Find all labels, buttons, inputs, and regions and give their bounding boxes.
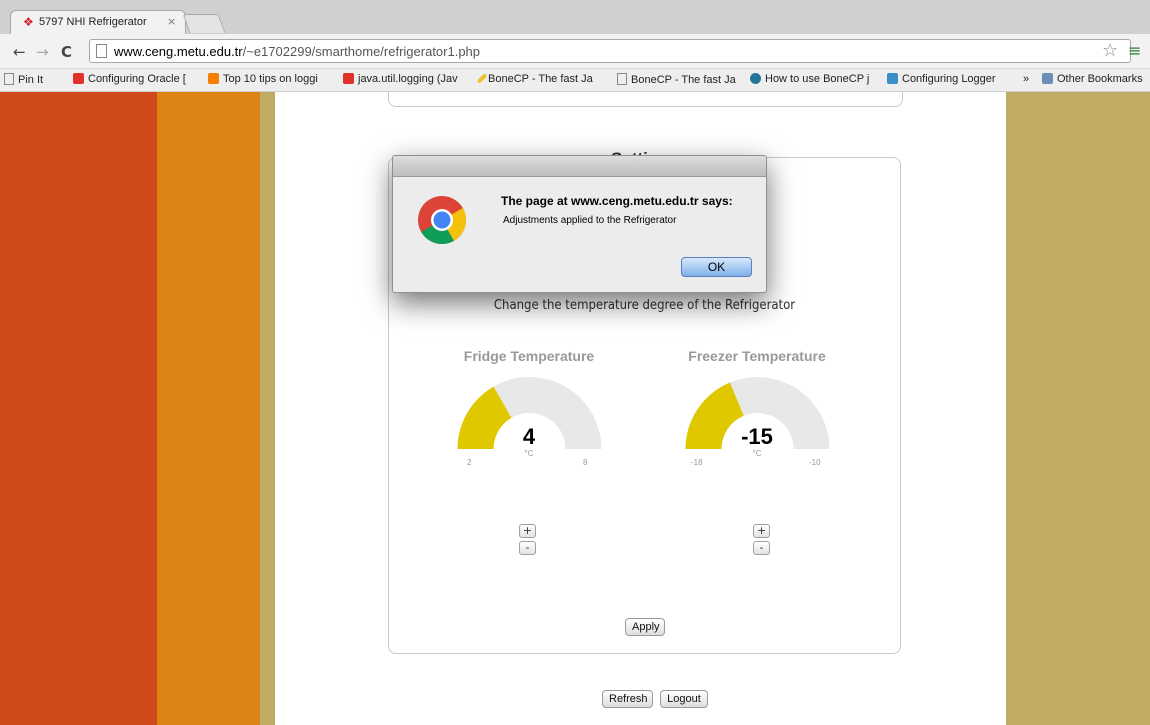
freezer-gauge-unit: °C [752, 449, 762, 458]
bookmark-label: Other Bookmarks [1057, 73, 1143, 85]
new-tab-button[interactable] [182, 14, 226, 33]
alert-dialog: The page at www.ceng.metu.edu.tr says: A… [392, 155, 767, 293]
tab-title: 5797 NHI Refrigerator [39, 16, 147, 28]
reload-icon[interactable]: C [61, 43, 72, 61]
url-host: www.ceng.metu.edu.tr [114, 44, 243, 59]
url-text: www.ceng.metu.edu.tr/~e1702299/smarthome… [114, 44, 480, 59]
fridge-increase-button[interactable]: + [519, 524, 536, 538]
address-bar[interactable]: www.ceng.metu.edu.tr/~e1702299/smarthome… [89, 39, 1131, 63]
page-icon [96, 44, 107, 58]
stripe-olive-left [260, 92, 275, 725]
bookmarks-overflow-button[interactable]: » [1023, 73, 1029, 85]
stripe-olive-right [1006, 92, 1150, 725]
fridge-gauge-unit: °C [524, 449, 534, 458]
bookmark-item[interactable]: Configuring Oracle [ [73, 73, 186, 85]
bookmark-item[interactable]: Top 10 tips on loggi [208, 73, 318, 85]
fridge-gauge-max: 8 [583, 458, 588, 467]
dialog-message: Adjustments applied to the Refrigerator [503, 215, 677, 226]
bookmark-label: BoneCP - The fast Ja [488, 73, 593, 85]
back-icon[interactable]: ← [13, 43, 26, 61]
bookmark-label: Top 10 tips on loggi [223, 73, 318, 85]
dialog-titlebar[interactable] [393, 156, 766, 177]
page-icon [4, 73, 14, 85]
ok-button[interactable]: OK [681, 257, 752, 277]
bookmark-label: java.util.logging (Jav [358, 73, 458, 85]
browser-menu-icon[interactable]: ≡ [1128, 41, 1141, 60]
tab-close-icon[interactable]: × [167, 15, 176, 28]
browser-tab[interactable]: ❖ 5797 NHI Refrigerator × [10, 10, 186, 34]
stripe-orange [157, 92, 260, 725]
tab-strip: ❖ 5797 NHI Refrigerator × [0, 0, 1150, 34]
fridge-gauge-title: Fridge Temperature [463, 348, 595, 364]
forward-icon[interactable]: → [36, 43, 49, 61]
bookmark-star-icon[interactable]: ☆ [1102, 40, 1118, 61]
bookmark-label: Pin It [18, 74, 44, 86]
page-icon [617, 73, 627, 85]
bookmark-item[interactable]: BoneCP - The fast Ja [476, 73, 593, 85]
settings-description: Change the temperature degree of the Ref… [493, 298, 796, 313]
bookmark-label: Configuring Oracle [ [88, 73, 186, 85]
freezer-gauge-max: -10 [809, 458, 821, 467]
bookmark-item[interactable]: BoneCP - The fast Ja [617, 73, 736, 86]
bookmark-label: Configuring Logger [902, 73, 996, 85]
bookmark-item[interactable]: Configuring Logger [887, 73, 996, 85]
refresh-button[interactable]: Refresh [602, 690, 653, 708]
url-path: /~e1702299/smarthome/refrigerator1.php [242, 44, 481, 59]
pen-icon [476, 73, 488, 84]
freezer-gauge-min: -18 [691, 458, 703, 467]
logout-button[interactable]: Logout [660, 690, 708, 708]
fridge-decrease-button[interactable]: - [519, 541, 536, 555]
apply-button[interactable]: Apply [625, 618, 665, 636]
bookmark-label: How to use BoneCP j [765, 73, 870, 85]
freezer-decrease-button[interactable]: - [753, 541, 770, 555]
fridge-gauge-min: 2 [467, 458, 472, 467]
freezer-increase-button[interactable]: + [753, 524, 770, 538]
bookmark-item[interactable]: java.util.logging (Jav [343, 73, 458, 85]
browser-toolbar: ← → C www.ceng.metu.edu.tr/~e1702299/sma… [0, 34, 1150, 69]
other-bookmarks-folder[interactable]: Other Bookmarks [1042, 73, 1143, 85]
blogger-icon [208, 73, 219, 84]
dialog-heading: The page at www.ceng.metu.edu.tr says: [501, 194, 733, 208]
bookmarks-bar: Pin It Configuring Oracle [ Top 10 tips … [0, 69, 1150, 92]
wordpress-icon [750, 73, 761, 84]
freezer-gauge-title: Freezer Temperature [688, 348, 826, 364]
chrome-logo-icon [418, 196, 466, 245]
oracle-icon [73, 73, 84, 84]
freezer-gauge-value: -15 [741, 424, 773, 449]
bookmark-item[interactable]: Pin It [4, 73, 43, 86]
fridge-gauge-value: 4 [522, 424, 536, 449]
site-favicon-icon: ❖ [23, 15, 34, 29]
stripe-red [0, 92, 157, 725]
bookmark-label: BoneCP - The fast Ja [631, 74, 736, 86]
oracle-icon [343, 73, 354, 84]
folder-icon [1042, 73, 1053, 84]
top-panel [388, 92, 903, 107]
bookmark-item[interactable]: How to use BoneCP j [750, 73, 869, 85]
hn-icon [887, 73, 898, 84]
